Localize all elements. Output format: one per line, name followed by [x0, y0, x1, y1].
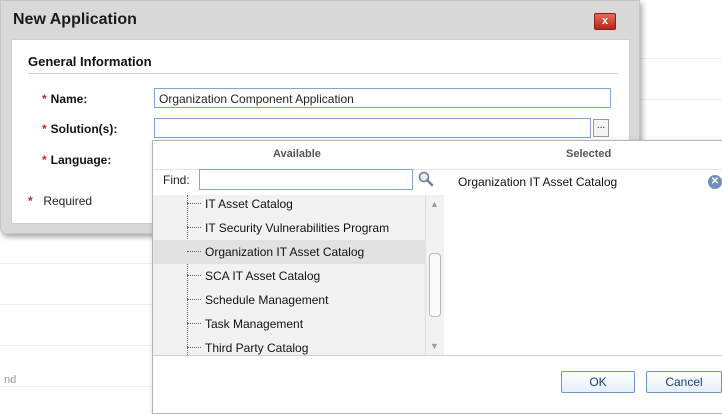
list-item[interactable]: IT Security Vulnerabilities Program — [153, 216, 425, 240]
section-title: General Information — [28, 54, 152, 69]
find-input[interactable] — [199, 169, 413, 190]
required-star: * — [42, 153, 47, 167]
dialog-title: New Application — [13, 11, 137, 28]
background-text-fragment: nd — [4, 374, 17, 386]
required-note: * Required — [28, 194, 93, 208]
picker-footer: OK Cancel — [153, 355, 722, 414]
required-star: * — [42, 122, 47, 136]
available-header: Available — [273, 148, 321, 160]
selected-header: Selected — [566, 148, 612, 160]
name-label: * Name: — [42, 92, 88, 106]
close-icon: x — [601, 15, 609, 27]
section-divider — [28, 73, 618, 74]
search-icon[interactable] — [417, 170, 435, 188]
solutions-field[interactable] — [154, 118, 591, 138]
scroll-down-arrow-icon[interactable]: ▼ — [430, 341, 439, 351]
list-item-highlighted[interactable]: Organization IT Asset Catalog — [153, 240, 425, 264]
language-label: * Language: — [42, 153, 112, 167]
selected-item: Organization IT Asset Catalog — [458, 175, 618, 189]
solutions-label: * Solution(s): — [42, 122, 118, 136]
list-item[interactable]: Schedule Management — [153, 288, 425, 312]
ok-button[interactable]: OK — [561, 371, 635, 393]
close-button[interactable]: x — [594, 13, 616, 30]
cancel-button[interactable]: Cancel — [646, 371, 722, 393]
list-item[interactable]: IT Asset Catalog — [153, 195, 425, 216]
remove-icon[interactable]: ✕ — [708, 175, 722, 189]
required-star: * — [42, 92, 47, 106]
list-item[interactable]: Third Party Catalog — [153, 336, 425, 355]
name-field[interactable]: Organization Component Application — [154, 88, 611, 108]
list-item[interactable]: SCA IT Asset Catalog — [153, 264, 425, 288]
list-item[interactable]: Task Management — [153, 312, 425, 336]
find-label: Find: — [163, 173, 190, 187]
list-scrollbar[interactable]: ▲ ▼ — [425, 195, 444, 355]
scroll-thumb[interactable] — [429, 253, 441, 317]
solutions-browse-button[interactable]: ... — [593, 119, 609, 137]
required-star: * — [28, 194, 33, 208]
available-list[interactable]: IT Asset Catalog IT Security Vulnerabili… — [153, 195, 425, 355]
picker-header: Available Selected — [153, 141, 722, 170]
solutions-picker: Available Selected Find: IT Asset Catalo… — [152, 140, 722, 414]
scroll-up-arrow-icon[interactable]: ▲ — [430, 199, 439, 209]
